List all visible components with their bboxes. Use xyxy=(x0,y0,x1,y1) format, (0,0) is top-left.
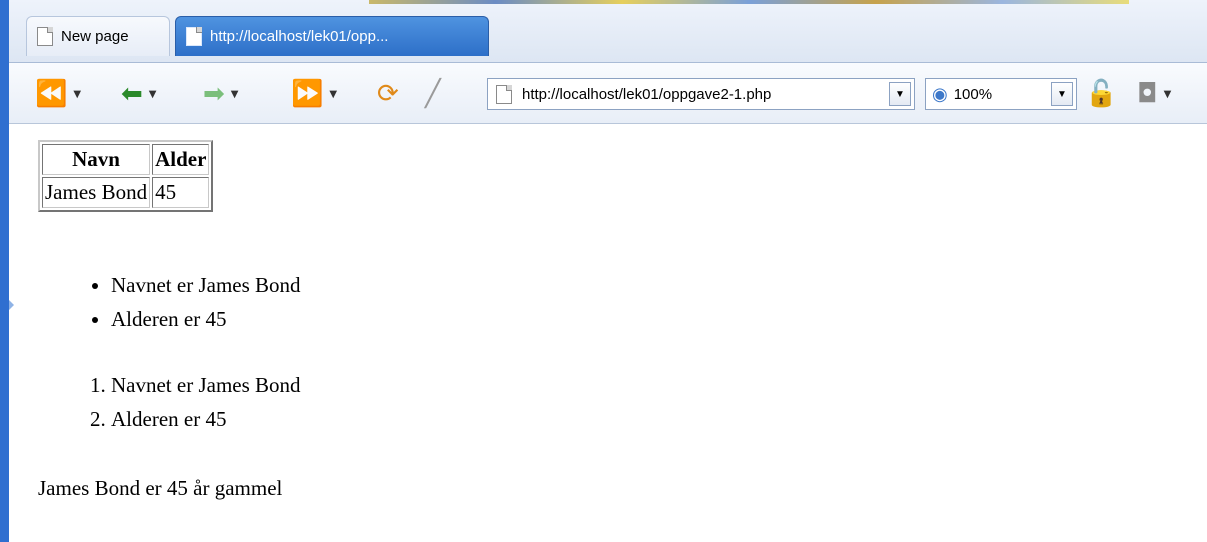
column-header: Navn xyxy=(42,144,151,175)
chevron-down-icon[interactable]: ▼ xyxy=(329,89,337,100)
page-icon xyxy=(37,27,53,46)
tab-strip: New page http://localhost/lek01/opp... xyxy=(9,0,1207,62)
tab-label: http://localhost/lek01/opp... xyxy=(210,28,389,45)
chevron-down-icon[interactable]: ▼ xyxy=(1051,82,1073,106)
chevron-down-icon[interactable]: ▼ xyxy=(231,89,239,100)
chevron-down-icon[interactable]: ▼ xyxy=(73,89,81,100)
chevron-down-icon[interactable]: ▼ xyxy=(149,89,157,100)
table-row: James Bond 45 xyxy=(42,177,210,208)
column-header: Alder xyxy=(152,144,210,175)
list-item: Navnet er James Bond xyxy=(111,368,301,402)
forward-all-button[interactable]: ⏩ ▼ xyxy=(291,79,337,109)
list-item: Alderen er 45 xyxy=(111,302,301,336)
tab-localhost[interactable]: http://localhost/lek01/opp... xyxy=(175,16,489,56)
eye-icon: ◉ xyxy=(932,83,948,104)
forward-all-icon: ⏩ xyxy=(291,79,324,109)
screenshot-button[interactable]: ◘ ▼ xyxy=(1137,79,1171,109)
table-header-row: Navn Alder xyxy=(42,144,210,175)
page-icon xyxy=(186,27,202,46)
page-content: Navn Alder James Bond 45 Navnet er James… xyxy=(9,124,1207,542)
edit-icon: ╱ xyxy=(425,79,441,109)
address-bar: ▼ xyxy=(487,78,915,110)
window-frame-left xyxy=(0,0,14,542)
table-cell: James Bond xyxy=(42,177,151,208)
lock-icon: 🔓 xyxy=(1085,79,1118,109)
chevron-down-icon[interactable]: ▼ xyxy=(1164,89,1172,100)
url-input[interactable] xyxy=(522,85,882,103)
back-all-icon: ⏪ xyxy=(35,79,68,109)
summary-text: James Bond er 45 år gammel xyxy=(38,476,283,500)
back-all-button[interactable]: ⏪ ▼ xyxy=(35,79,81,109)
navigation-toolbar: ⏪ ▼ ⬅ ▼ ➡ ▼ ⏩ ▼ ⟳ ╱ ▼ ◉ 100% ▼ 🔓 ◘ ▼ xyxy=(9,62,1207,124)
bullet-list: Navnet er James Bond Alderen er 45 xyxy=(71,268,301,336)
data-table: Navn Alder James Bond 45 xyxy=(38,140,214,212)
camera-icon: ◘ xyxy=(1137,79,1158,109)
table-cell: 45 xyxy=(152,177,210,208)
reload-button[interactable]: ⟳ xyxy=(377,79,399,109)
page-icon xyxy=(496,84,512,104)
forward-icon: ➡ xyxy=(203,79,225,109)
security-button[interactable]: 🔓 xyxy=(1085,79,1117,109)
back-button[interactable]: ⬅ ▼ xyxy=(121,79,157,109)
chevron-down-icon[interactable]: ▼ xyxy=(889,82,911,106)
tab-new-page[interactable]: New page xyxy=(26,16,170,56)
forward-button[interactable]: ➡ ▼ xyxy=(203,79,239,109)
tab-label: New page xyxy=(61,28,129,45)
list-item: Navnet er James Bond xyxy=(111,268,301,302)
list-item: Alderen er 45 xyxy=(111,402,301,436)
edit-button[interactable]: ╱ xyxy=(425,79,441,109)
reload-icon: ⟳ xyxy=(377,79,399,109)
numbered-list: Navnet er James Bond Alderen er 45 xyxy=(71,368,301,436)
zoom-control: ◉ 100% ▼ xyxy=(925,78,1077,110)
back-icon: ⬅ xyxy=(121,79,143,109)
zoom-level[interactable]: 100% xyxy=(954,86,992,103)
background-strip xyxy=(369,0,1129,4)
